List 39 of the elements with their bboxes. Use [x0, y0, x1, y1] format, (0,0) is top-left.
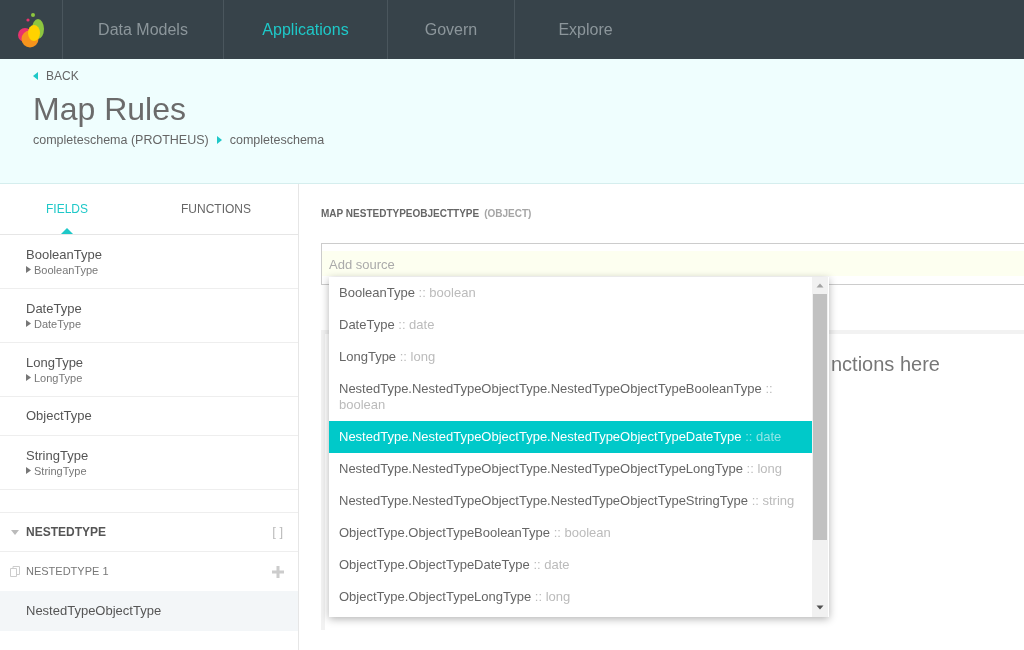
back-link[interactable]: BACK: [33, 69, 79, 83]
field-path: BooleanType: [34, 262, 99, 277]
mapping-title: MAP NESTEDTYPEOBJECTTYPE: [321, 207, 480, 221]
caret-left-icon: [33, 72, 38, 80]
scrollbar[interactable]: [812, 277, 828, 617]
caret-right-icon: [26, 320, 31, 327]
breadcrumb-item: completeschema: [229, 132, 325, 148]
instance-label: NESTEDTYPE 1: [26, 564, 109, 580]
field-path: LongType: [34, 370, 83, 385]
caret-down-icon[interactable]: [11, 529, 19, 535]
array-marker: [ ]: [272, 523, 283, 542]
caret-right-icon: [216, 136, 222, 144]
field-name: ObjectType: [26, 408, 92, 424]
field-path: StringType: [34, 463, 87, 478]
breadcrumb-item[interactable]: completeschema (PROTHEUS): [33, 132, 209, 148]
field-list-item[interactable]: LongType LongType: [0, 343, 298, 397]
field-list-item[interactable]: StringType StringType: [0, 436, 298, 490]
field-name: DateType: [26, 300, 82, 317]
field-list-item[interactable]: BooleanType BooleanType: [0, 235, 298, 289]
caret-right-icon: [26, 467, 31, 474]
field-name: BooleanType: [26, 246, 102, 263]
tab-pointer-icon: [61, 228, 73, 234]
field-name: LongType: [26, 354, 84, 371]
field-list-item[interactable]: DateType DateType: [0, 289, 298, 343]
nested-field-item[interactable]: NestedTypeObjectType: [0, 591, 298, 631]
caret-right-icon: [26, 266, 31, 273]
group-title: NESTEDTYPE: [26, 524, 106, 541]
suggestion-option[interactable]: BooleanType :: boolean: [329, 277, 812, 309]
field-list-item[interactable]: ObjectType: [0, 397, 298, 436]
mapping-type: (OBJECT): [484, 207, 532, 221]
caret-right-icon: [26, 374, 31, 381]
logo-icon[interactable]: [17, 11, 45, 48]
sidebar-tab[interactable]: FUNCTIONS: [134, 184, 298, 234]
field-name: StringType: [26, 447, 89, 464]
copy-icon[interactable]: [10, 566, 20, 577]
drop-zone-text: nctions here: [831, 353, 940, 375]
page-title: Map Rules: [33, 90, 187, 128]
field-path: DateType: [34, 316, 82, 331]
plus-icon[interactable]: [272, 565, 284, 578]
